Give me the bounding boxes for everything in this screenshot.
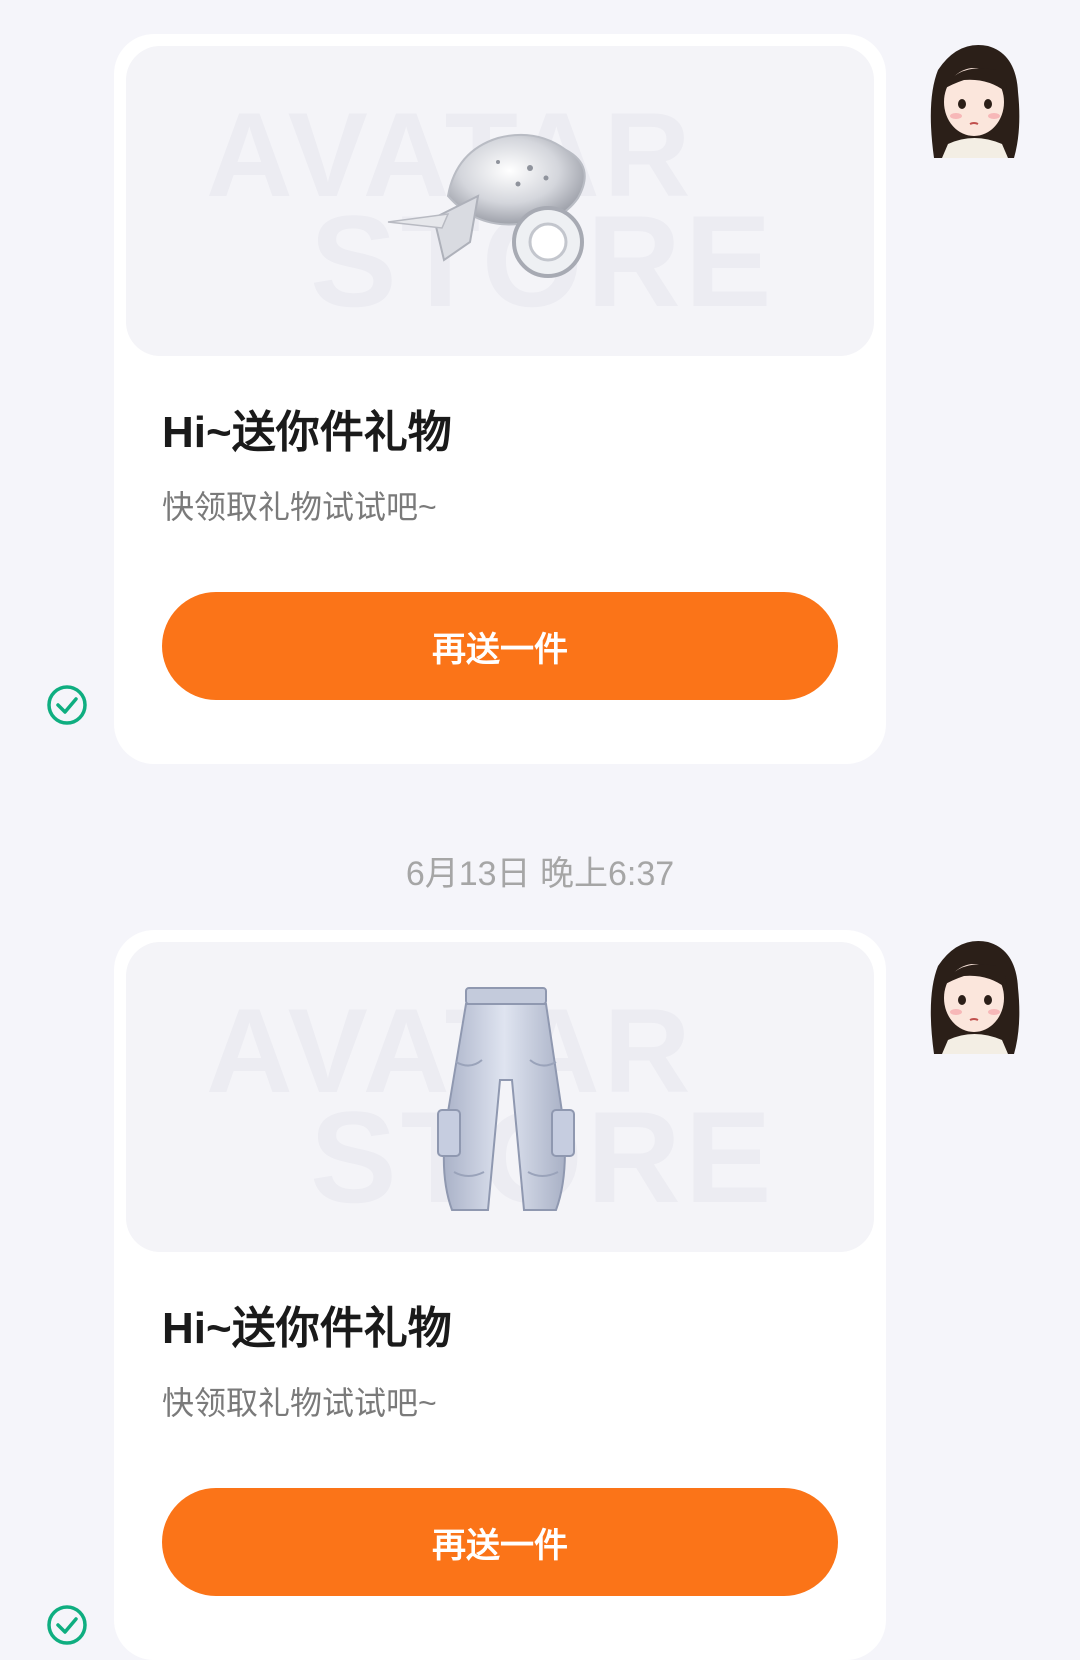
gift-image-panel: AVATAR STORE xyxy=(126,942,874,1252)
gift-card[interactable]: AVATAR STORE xyxy=(114,34,886,764)
chat-timestamp: 6月13日 晚上6:37 xyxy=(405,855,675,893)
cargo-pants-icon xyxy=(437,987,575,1211)
card-subtitle: 快领取礼物试试吧~ xyxy=(162,489,437,525)
check-circle-icon xyxy=(47,685,87,725)
gift-card[interactable]: AVATAR STORE xyxy=(114,930,886,1660)
card-title: Hi~送你件礼物 xyxy=(162,408,452,457)
gift-image-panel: AVATAR STORE xyxy=(126,46,874,356)
send-another-button[interactable]: 再送一件 xyxy=(162,592,838,700)
avatar[interactable] xyxy=(918,936,1028,1054)
motorcycle-icon xyxy=(387,133,586,278)
avatar[interactable] xyxy=(918,40,1028,158)
card-subtitle: 快领取礼物试试吧~ xyxy=(162,1385,437,1421)
check-circle-icon xyxy=(47,1605,87,1645)
card-title: Hi~送你件礼物 xyxy=(162,1304,452,1353)
send-another-button[interactable]: 再送一件 xyxy=(162,1488,838,1596)
